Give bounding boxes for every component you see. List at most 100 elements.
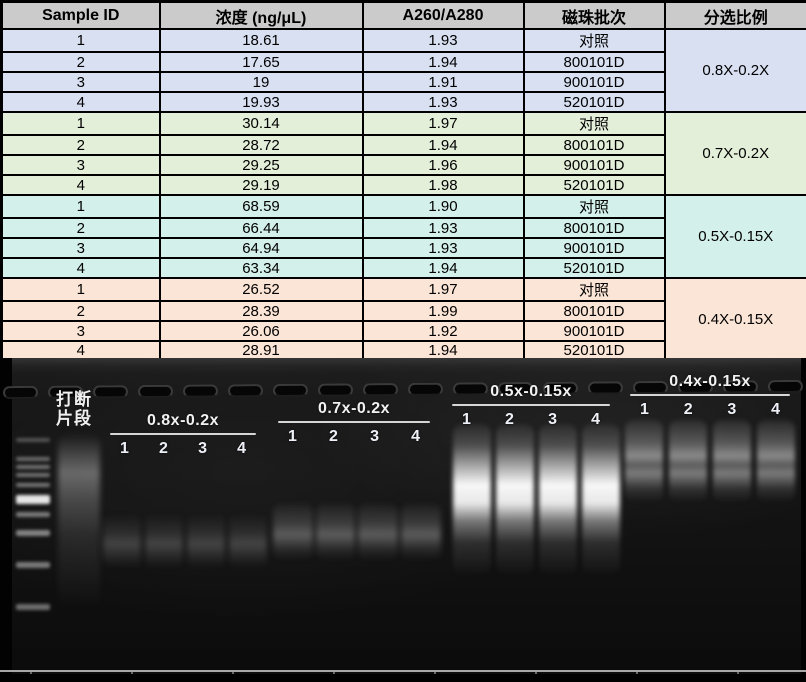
- gel-group-label-0.4x: 0.4x-0.15x 1 2 3 4: [630, 373, 790, 419]
- cell-sort-ratio: 0.5X-0.15X: [663, 194, 806, 279]
- cell-sample-id: 1: [0, 194, 161, 219]
- cell-a260-a280: 1.99: [361, 300, 525, 322]
- ladder-band: [16, 604, 50, 610]
- cell-sort-ratio: 0.7X-0.2X: [663, 111, 806, 196]
- table-row: 1 26.52 1.97 对照 0.4X-0.15X: [0, 277, 806, 362]
- figure-root: Sample ID 浓度 (ng/μL) A260/A280 磁珠批次 分选比例…: [0, 0, 806, 682]
- cell-concentration: 26.06: [158, 320, 364, 342]
- gel-well: [317, 383, 354, 397]
- cell-bead-batch: 800101D: [522, 300, 666, 322]
- ladder-band: [16, 512, 50, 517]
- cell-bead-batch: 800101D: [522, 134, 666, 156]
- gel-lane-smear: [315, 504, 356, 560]
- cell-concentration: 29.19: [158, 174, 364, 196]
- cell-concentration: 18.61: [158, 28, 364, 53]
- gel-well: [272, 383, 309, 398]
- gel-group-underline: [630, 394, 790, 396]
- gel-lane-smear: [401, 504, 441, 560]
- cell-concentration: 26.52: [158, 277, 364, 302]
- cell-a260-a280: 1.98: [361, 174, 525, 196]
- cell-sample-id: 3: [0, 320, 161, 342]
- gel-left-edge: [0, 358, 12, 682]
- gel-group-underline: [110, 433, 256, 435]
- cell-bead-batch: 900101D: [522, 237, 666, 259]
- col-header-a260-a280: A260/A280: [361, 0, 525, 30]
- cell-concentration: 17.65: [158, 51, 364, 73]
- gel-lane-smear: [358, 504, 399, 560]
- gel-group-label-0.5x: 0.5x-0.15x 1 2 3 4: [452, 383, 610, 429]
- gel-group-title: 0.5x-0.15x: [490, 383, 572, 400]
- table-header-row: Sample ID 浓度 (ng/μL) A260/A280 磁珠批次 分选比例: [0, 0, 806, 30]
- cell-sample-id: 1: [0, 28, 161, 53]
- gel-lane-number: 2: [329, 428, 338, 445]
- gel-lane-smear: [273, 504, 313, 560]
- gel-lane-smear: [145, 514, 183, 568]
- gel-lane-smear: [187, 514, 225, 568]
- gel-well: [407, 382, 444, 396]
- gel-lane-smear: [669, 420, 707, 502]
- gel-well: [137, 384, 174, 399]
- gel-well: [362, 383, 399, 397]
- gel-lane-smear: [103, 514, 141, 568]
- gel-marker-smear: [58, 434, 100, 610]
- cell-concentration: 19: [158, 71, 364, 93]
- cell-bead-batch: 800101D: [522, 51, 666, 73]
- sample-data-table: Sample ID 浓度 (ng/μL) A260/A280 磁珠批次 分选比例…: [0, 0, 806, 363]
- ladder-band: [16, 438, 50, 442]
- gel-lanes-group-0.7x: [273, 504, 441, 560]
- col-header-bead-batch: 磁珠批次: [522, 0, 666, 30]
- gel-lane-number: 3: [198, 440, 207, 457]
- gel-lane-number: 2: [683, 401, 693, 418]
- ladder-band: [16, 457, 50, 461]
- gel-lanes-group-0.8x: [103, 514, 267, 568]
- cell-a260-a280: 1.94: [361, 257, 525, 279]
- gel-group-title: 0.7x-0.2x: [317, 400, 391, 417]
- gel-lane-number: 1: [640, 401, 649, 418]
- gel-bottom-strip: [0, 674, 806, 682]
- ladder-band: [16, 530, 50, 536]
- gel-bench-edge: [0, 670, 806, 672]
- gel-lane-smear: [229, 514, 267, 568]
- gel-marker-label-line1: 打断: [56, 390, 92, 409]
- cell-bead-batch: 900101D: [522, 320, 666, 342]
- gel-group-label-0.8x: 0.8x-0.2x 1 2 3 4: [110, 412, 256, 458]
- cell-sample-id: 2: [0, 134, 161, 156]
- cell-sample-id: 2: [0, 217, 161, 239]
- gel-lane-smear: [625, 420, 663, 502]
- gel-photo: 打断 片段 0.8x-0.2x 1 2 3 4 0.7x-0.2x 1 2 3 …: [0, 358, 806, 682]
- gel-well: [182, 384, 219, 398]
- cell-bead-batch: 900101D: [522, 71, 666, 93]
- cell-sample-id: 3: [0, 71, 161, 93]
- cell-sort-ratio: 0.8X-0.2X: [663, 28, 806, 113]
- cell-sample-id: 2: [0, 300, 161, 322]
- gel-lane-number: 4: [237, 440, 246, 457]
- cell-sample-id: 4: [0, 257, 161, 279]
- gel-ladder-lane: [16, 358, 50, 682]
- table-row: 1 18.61 1.93 对照 0.8X-0.2X: [0, 28, 806, 113]
- cell-bead-batch: 520101D: [522, 91, 666, 113]
- gel-well: [227, 384, 264, 398]
- gel-group-underline: [452, 404, 610, 406]
- cell-concentration: 28.72: [158, 134, 364, 156]
- gel-marker-label: 打断 片段: [56, 390, 106, 428]
- gel-lane-smear: [496, 424, 534, 576]
- gel-lane-number: 4: [771, 401, 780, 418]
- cell-bead-batch: 520101D: [522, 174, 666, 196]
- gel-lane-number: 2: [159, 440, 168, 457]
- ladder-band: [16, 483, 50, 487]
- cell-concentration: 29.25: [158, 154, 364, 176]
- cell-bead-batch: 对照: [522, 28, 666, 53]
- gel-lane-number: 1: [462, 411, 471, 428]
- cell-a260-a280: 1.94: [361, 51, 525, 73]
- cell-bead-batch: 对照: [522, 277, 666, 302]
- gel-lane-number: 1: [120, 440, 129, 457]
- cell-a260-a280: 1.97: [361, 277, 525, 302]
- cell-a260-a280: 1.93: [361, 28, 525, 53]
- cell-concentration: 66.44: [158, 217, 364, 239]
- cell-a260-a280: 1.93: [361, 217, 525, 239]
- gel-lane-number: 4: [411, 428, 420, 445]
- gel-group-title: 0.4x-0.15x: [669, 373, 751, 390]
- cell-sample-id: 2: [0, 51, 161, 73]
- cell-concentration: 64.94: [158, 237, 364, 259]
- cell-a260-a280: 1.97: [361, 111, 525, 136]
